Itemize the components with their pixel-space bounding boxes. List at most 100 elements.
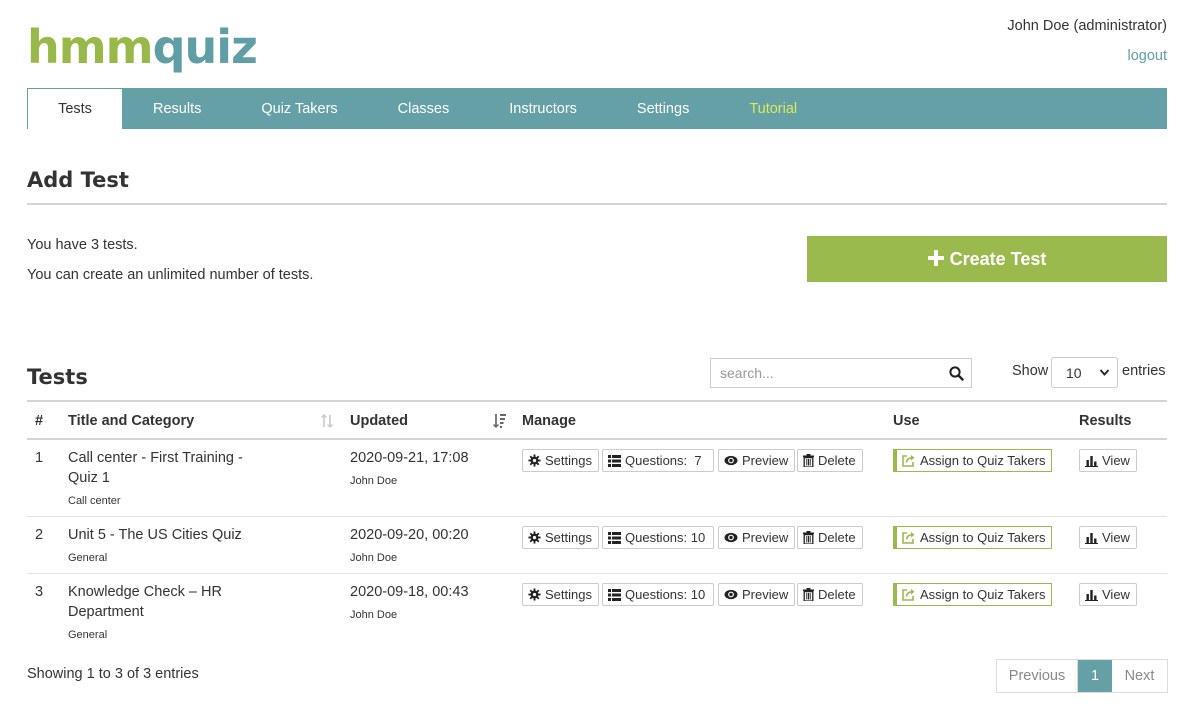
add-test-title: Add Test <box>27 168 129 192</box>
questions-button[interactable]: Questions: 10 <box>602 526 714 549</box>
tests-title: Tests <box>27 365 88 389</box>
next-page-button[interactable]: Next <box>1112 660 1167 692</box>
test-title: Call center - First Training - <box>68 450 243 466</box>
entries-select[interactable]: 10 <box>1051 357 1118 388</box>
col-use: Use <box>893 413 920 429</box>
settings-button[interactable]: Settings <box>522 583 599 606</box>
search-input[interactable] <box>711 359 941 387</box>
tab-quiz-takers[interactable]: Quiz Takers <box>231 88 367 129</box>
delete-button[interactable]: Delete <box>797 449 863 472</box>
tab-results[interactable]: Results <box>123 88 231 129</box>
questions-label: Questions: 7 <box>625 453 702 468</box>
updated-by: John Doe <box>350 609 398 621</box>
row-number: 2 <box>35 527 44 543</box>
gear-icon <box>528 588 541 601</box>
col-title[interactable]: Title and Category <box>68 413 194 429</box>
delete-button[interactable]: Delete <box>797 526 863 549</box>
bar-chart-icon <box>1085 455 1098 467</box>
table-row: 3 Knowledge Check – HR Department Genera… <box>27 574 1167 650</box>
trash-icon <box>803 454 814 467</box>
eye-icon <box>724 532 738 543</box>
assign-label: Assign to Quiz Takers <box>920 453 1046 468</box>
col-updated[interactable]: Updated <box>350 413 408 429</box>
updated-date: 2020-09-21, 17:08 <box>350 450 469 466</box>
test-category: General <box>68 552 108 564</box>
preview-button[interactable]: Preview <box>718 526 796 549</box>
user-name: John Doe (administrator) <box>1007 18 1167 34</box>
view-label: View <box>1102 530 1130 545</box>
updated-by: John Doe <box>350 552 398 564</box>
view-label: View <box>1102 453 1130 468</box>
table-row: 2 Unit 5 - The US Cities Quiz General 20… <box>27 517 1167 574</box>
main-nav: Tests Results Quiz Takers Classes Instru… <box>27 88 1167 129</box>
create-test-label: Create Test <box>949 248 1047 269</box>
entries-label: entries <box>1122 363 1166 379</box>
settings-button[interactable]: Settings <box>522 526 599 549</box>
test-category: Call center <box>68 495 121 507</box>
questions-button[interactable]: Questions: 10 <box>602 583 714 606</box>
preview-button[interactable]: Preview <box>718 583 796 606</box>
logout-link[interactable]: logout <box>1127 48 1167 64</box>
previous-page-button[interactable]: Previous <box>997 660 1078 692</box>
tab-settings[interactable]: Settings <box>607 88 719 129</box>
preview-button[interactable]: Preview <box>718 449 796 472</box>
preview-label: Preview <box>742 453 789 468</box>
view-label: View <box>1102 587 1130 602</box>
entries-value: 10 <box>1066 364 1082 381</box>
delete-label: Delete <box>818 530 856 545</box>
bar-chart-icon <box>1085 589 1098 601</box>
assign-label: Assign to Quiz Takers <box>920 587 1046 602</box>
tab-instructors[interactable]: Instructors <box>479 88 607 129</box>
questions-label: Questions: 10 <box>625 587 706 602</box>
col-manage: Manage <box>522 413 576 429</box>
preview-label: Preview <box>742 530 789 545</box>
view-results-button[interactable]: View <box>1079 526 1137 549</box>
questions-label: Questions: 10 <box>625 530 706 545</box>
preview-label: Preview <box>742 587 789 602</box>
assign-button[interactable]: Assign to Quiz Takers <box>893 449 1053 472</box>
share-icon <box>902 589 915 601</box>
tests-table: # Title and Category Updated Manage Use … <box>27 400 1167 650</box>
table-row: 1 Call center - First Training - Quiz 1 … <box>27 440 1167 517</box>
delete-label: Delete <box>818 453 856 468</box>
search-icon[interactable] <box>941 365 971 381</box>
chevron-down-icon <box>1099 366 1110 382</box>
settings-button[interactable]: Settings <box>522 449 599 472</box>
col-num: # <box>35 413 44 429</box>
create-test-button[interactable]: Create Test <box>807 236 1167 282</box>
logo: hmmquiz <box>27 20 258 74</box>
delete-button[interactable]: Delete <box>797 583 863 606</box>
delete-label: Delete <box>818 587 856 602</box>
view-results-button[interactable]: View <box>1079 449 1137 472</box>
row-number: 1 <box>35 450 44 466</box>
bar-chart-icon <box>1085 532 1098 544</box>
trash-icon <box>803 588 814 601</box>
assign-button[interactable]: Assign to Quiz Takers <box>893 526 1053 549</box>
questions-button[interactable]: Questions: 7 <box>602 449 714 472</box>
tab-tutorial[interactable]: Tutorial <box>719 88 827 129</box>
assign-label: Assign to Quiz Takers <box>920 530 1046 545</box>
showing-entries-text: Showing 1 to 3 of 3 entries <box>27 666 199 682</box>
tab-tests[interactable]: Tests <box>27 88 123 129</box>
eye-icon <box>724 589 738 600</box>
show-label: Show <box>1012 363 1049 379</box>
gear-icon <box>528 454 541 467</box>
assign-button[interactable]: Assign to Quiz Takers <box>893 583 1053 606</box>
settings-label: Settings <box>545 453 592 468</box>
share-icon <box>902 532 915 544</box>
sort-icon[interactable] <box>320 413 334 433</box>
gear-icon <box>528 531 541 544</box>
logo-part-2: quiz <box>152 20 258 74</box>
add-test-divider <box>27 203 1167 205</box>
updated-by: John Doe <box>350 475 398 487</box>
tab-classes[interactable]: Classes <box>368 88 480 129</box>
page-1-button[interactable]: 1 <box>1078 660 1112 692</box>
sort-desc-icon[interactable] <box>492 413 507 433</box>
list-icon <box>608 454 621 467</box>
view-results-button[interactable]: View <box>1079 583 1137 606</box>
test-title: Knowledge Check – HR <box>68 584 222 600</box>
test-limit-text: You can create an unlimited number of te… <box>27 267 314 283</box>
row-number: 3 <box>35 584 44 600</box>
share-icon <box>902 455 915 467</box>
updated-date: 2020-09-20, 00:20 <box>350 527 469 543</box>
